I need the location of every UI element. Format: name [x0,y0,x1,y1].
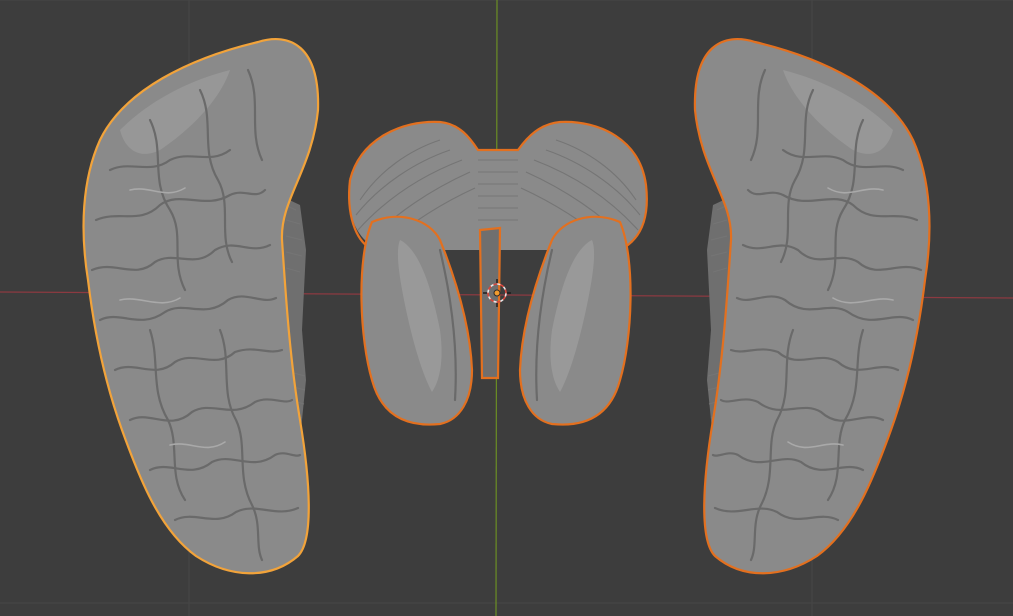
3d-viewport[interactable] [0,0,1013,616]
cerebellum-object[interactable] [348,120,648,426]
right-hemisphere-object[interactable] [693,38,931,575]
viewport-canvas[interactable] [0,0,1013,616]
left-hemisphere-object[interactable] [82,38,320,575]
